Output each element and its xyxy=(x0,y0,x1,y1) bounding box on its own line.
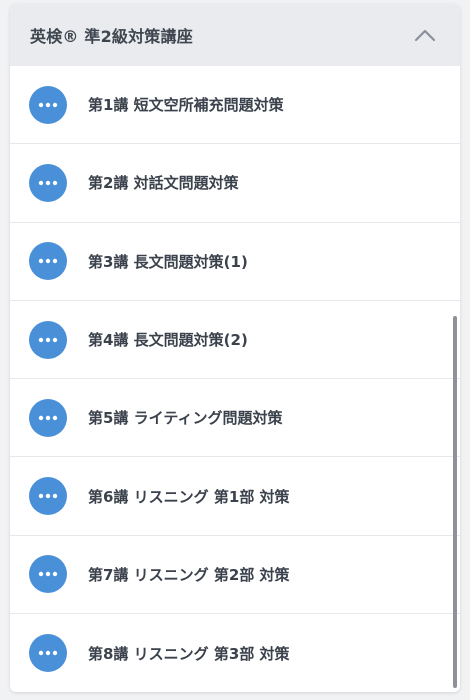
lesson-label: 第5講 ライティング問題対策 xyxy=(88,409,283,428)
course-title: 英検® 準2級対策講座 xyxy=(30,27,193,46)
lesson-label: 第2講 対話文問題対策 xyxy=(88,174,239,193)
lesson-label: 第3講 長文問題対策(1) xyxy=(88,252,248,271)
lesson-item-7[interactable]: 第7講 リスニング 第2部 対策 xyxy=(10,536,460,615)
accordion-header[interactable]: 英検® 準2級対策講座 xyxy=(10,4,460,66)
scrollbar-thumb[interactable] xyxy=(453,316,457,688)
lesson-item-1[interactable]: 第1講 短文空所補充問題対策 xyxy=(10,66,460,145)
more-dots-icon[interactable] xyxy=(29,555,67,594)
more-dots-icon[interactable] xyxy=(29,634,67,673)
lesson-item-6[interactable]: 第6講 リスニング 第1部 対策 xyxy=(10,457,460,536)
lesson-item-5[interactable]: 第5講 ライティング問題対策 xyxy=(10,379,460,458)
lesson-label: 第8講 リスニング 第3部 対策 xyxy=(88,644,290,663)
lesson-item-8[interactable]: 第8講 リスニング 第3部 対策 xyxy=(10,614,460,692)
lesson-item-4[interactable]: 第4講 長文問題対策(2) xyxy=(10,301,460,380)
more-dots-icon[interactable] xyxy=(29,398,67,437)
more-dots-icon[interactable] xyxy=(29,320,67,359)
lesson-label: 第4講 長文問題対策(2) xyxy=(88,331,248,350)
lesson-label: 第7講 リスニング 第2部 対策 xyxy=(88,565,290,584)
chevron-up-icon[interactable] xyxy=(414,24,436,46)
more-dots-icon[interactable] xyxy=(29,163,67,202)
more-dots-icon[interactable] xyxy=(29,242,67,281)
lesson-item-2[interactable]: 第2講 対話文問題対策 xyxy=(10,144,460,223)
course-accordion: 英検® 準2級対策講座 第1講 短文空所補充問題対策 第2講 対話文問題対策 第… xyxy=(10,4,460,692)
more-dots-icon[interactable] xyxy=(29,85,67,124)
more-dots-icon[interactable] xyxy=(29,477,67,516)
lesson-label: 第6講 リスニング 第1部 対策 xyxy=(88,487,290,506)
lesson-item-3[interactable]: 第3講 長文問題対策(1) xyxy=(10,223,460,301)
lesson-list: 第1講 短文空所補充問題対策 第2講 対話文問題対策 第3講 長文問題対策(1)… xyxy=(10,66,460,692)
lesson-label: 第1講 短文空所補充問題対策 xyxy=(88,96,284,115)
